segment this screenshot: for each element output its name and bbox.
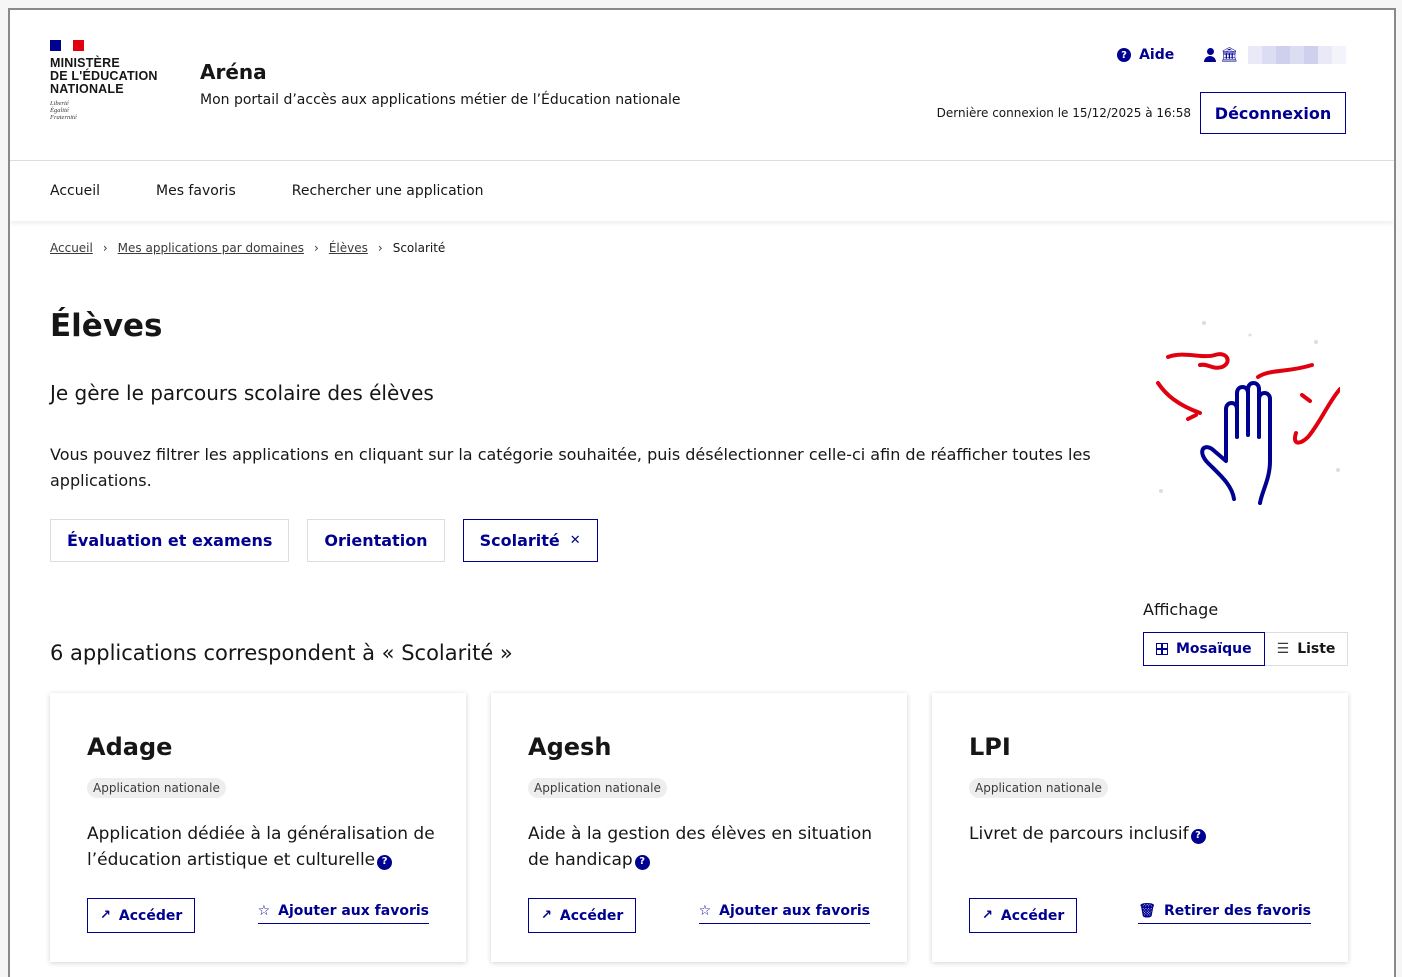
trash-icon: 🗑 [1138,903,1156,919]
access-button[interactable]: ↗ Accéder [87,898,196,933]
breadcrumb: Accueil › Mes applications par domaines … [50,241,445,255]
header-tools: ? Aide 🏛 [1117,46,1346,64]
help-link[interactable]: ? Aide [1117,47,1174,63]
display-option-label: Mosaïque [1176,641,1252,657]
filter-tag-orientation[interactable]: Orientation [307,519,445,562]
external-link-icon: ↗ [100,908,111,923]
redacted-username [1248,46,1346,64]
chevron-right-icon: › [314,241,319,255]
grid-icon [1156,643,1168,655]
republic-motto: Liberté Égalité Fraternité [50,100,77,121]
filter-tag-label: Évaluation et examens [67,531,273,550]
ministry-name: MINISTÈRE DE L'ÉDUCATION NATIONALE [50,56,158,96]
display-list-button[interactable]: ☰ Liste [1264,632,1349,666]
breadcrumb-link-domaines[interactable]: Mes applications par domaines [118,241,304,255]
filter-tag-evaluation[interactable]: Évaluation et examens [50,519,290,562]
external-link-icon: ↗ [541,908,552,923]
page-title: Élèves [50,308,163,344]
display-mosaic-button[interactable]: Mosaïque [1143,632,1265,666]
display-mode-toggle: Mosaïque ☰ Liste [1143,632,1349,666]
breadcrumb-link-accueil[interactable]: Accueil [50,241,93,255]
app-scope-badge: Application nationale [969,778,1108,798]
add-favorite-link[interactable]: ☆ Ajouter aux favoris [698,903,870,924]
category-filters: Évaluation et examens Orientation Scolar… [50,519,598,562]
close-icon[interactable]: ✕ [570,533,581,548]
service-title-block: Aréna Mon portail d’accès aux applicatio… [200,60,681,108]
results-count: 6 applications correspondent à « Scolari… [50,641,513,665]
access-label: Accéder [118,907,183,924]
add-favorite-link[interactable]: ☆ Ajouter aux favoris [257,903,429,924]
list-icon: ☰ [1276,641,1290,657]
filter-tag-label: Orientation [324,531,428,550]
institution-icon: 🏛 [1220,47,1238,63]
nav-item-favoris[interactable]: Mes favoris [156,183,236,199]
help-label: Aide [1139,47,1175,63]
raised-hand-illustration [1156,321,1340,505]
filter-tag-label: Scolarité [479,531,560,550]
main-navigation: Accueil Mes favoris Rechercher une appli… [10,161,1394,221]
remove-favorite-link[interactable]: 🗑 Retirer des favoris [1138,903,1311,924]
app-card-description: Aide à la gestion des élèves en situatio… [528,824,873,870]
app-card-adage: Adage Application nationale Application … [50,693,466,962]
user-icon [1204,48,1217,62]
star-icon: ☆ [257,903,271,919]
filter-instructions: Vous pouvez filtrer les applications en … [50,445,1091,490]
favorite-label: Ajouter aux favoris [719,903,870,919]
app-card-title: Agesh [528,733,612,761]
favorite-label: Ajouter aux favoris [278,903,429,919]
nav-item-rechercher[interactable]: Rechercher une application [292,183,484,199]
question-circle-icon: ? [1117,48,1132,62]
app-scope-badge: Application nationale [87,778,226,798]
app-card-description: Application dédiée à la généralisation d… [87,824,435,870]
ministry-logo[interactable]: MINISTÈRE DE L'ÉDUCATION NATIONALE Liber… [50,40,180,121]
chevron-right-icon: › [377,241,383,255]
access-button[interactable]: ↗ Accéder [528,898,637,933]
star-icon: ☆ [698,903,712,919]
account-menu[interactable]: 🏛 [1204,46,1346,64]
external-link-icon: ↗ [982,908,993,923]
nav-item-accueil[interactable]: Accueil [50,183,100,199]
access-button[interactable]: ↗ Accéder [969,898,1078,933]
app-name[interactable]: Aréna [200,60,681,84]
app-card-title: LPI [969,733,1011,761]
filter-tag-scolarite[interactable]: Scolarité ✕ [462,519,598,562]
app-card-title: Adage [87,733,173,761]
app-scope-badge: Application nationale [528,778,667,798]
site-header: MINISTÈRE DE L'ÉDUCATION NATIONALE Liber… [10,10,1394,161]
access-label: Accéder [1000,907,1065,924]
app-card-lpi: LPI Application nationale Livret de parc… [932,693,1348,962]
access-label: Accéder [559,907,624,924]
app-card-agesh: Agesh Application nationale Aide à la ge… [491,693,907,962]
info-icon[interactable]: ? [1190,828,1206,844]
flag-icon [50,40,84,51]
display-mode-label: Affichage [1143,600,1219,619]
info-icon[interactable]: ? [377,854,393,870]
breadcrumb-link-eleves[interactable]: Élèves [329,241,368,255]
browser-page: MINISTÈRE DE L'ÉDUCATION NATIONALE Liber… [8,8,1396,977]
chevron-right-icon: › [102,241,108,255]
app-tagline: Mon portail d’accès aux applications mét… [200,92,681,108]
last-login-info: Dernière connexion le 15/12/2025 à 16:58 [936,106,1191,120]
favorite-label: Retirer des favoris [1164,903,1311,919]
logout-button[interactable]: Déconnexion [1200,92,1346,134]
info-icon[interactable]: ? [634,854,650,870]
app-card-description: Livret de parcours inclusif? [969,821,1319,847]
page-subtitle: Je gère le parcours scolaire des élèves [50,381,434,405]
application-cards: Adage Application nationale Application … [50,693,1348,962]
breadcrumb-current: Scolarité [392,241,446,255]
display-option-label: Liste [1297,641,1336,657]
